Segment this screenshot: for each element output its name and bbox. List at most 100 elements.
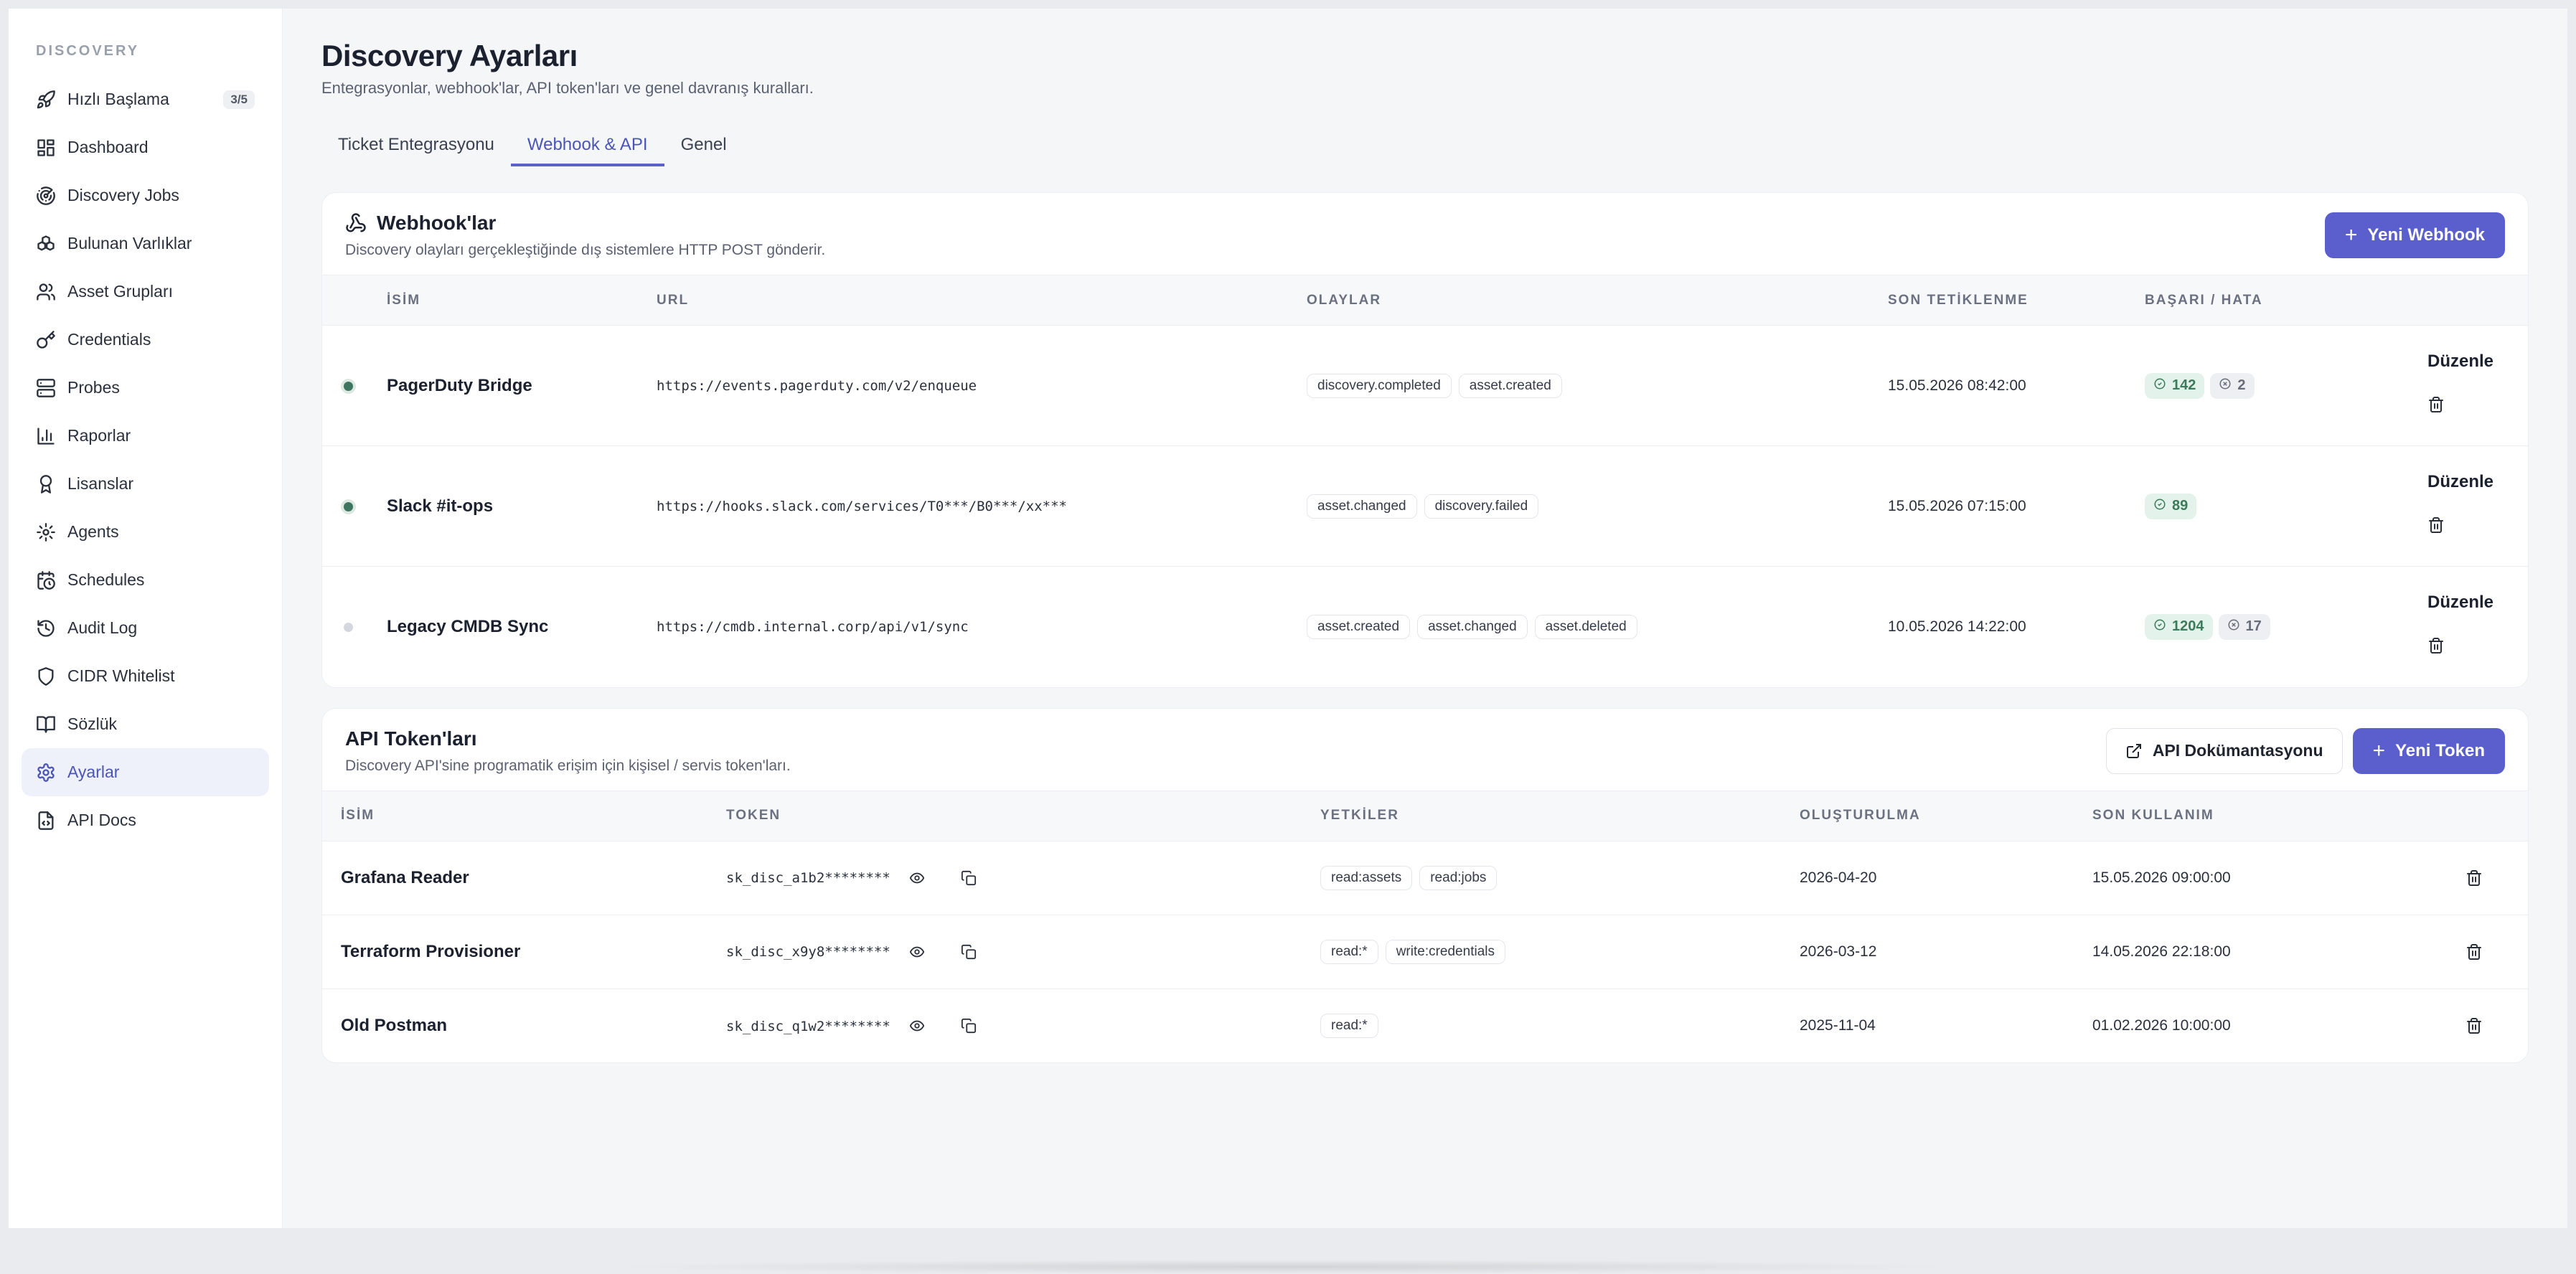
tokens-table: İSİM TOKEN YETKİLER OLUŞTURULMA SON KULL…	[322, 790, 2528, 1063]
new-token-button[interactable]: + Yeni Token	[2352, 727, 2505, 774]
fail-count: 17	[2218, 613, 2270, 640]
new-token-label: Yeni Token	[2395, 740, 2485, 760]
token-last-used: 15.05.2026 09:00:00	[2092, 841, 2444, 915]
eye-icon[interactable]	[909, 944, 926, 961]
webhook-url: https://events.pagerduty.com/v2/enqueue	[657, 325, 1307, 446]
key-icon	[36, 330, 56, 350]
copy-icon[interactable]	[961, 944, 978, 961]
token-cell: sk_disc_q1w2********	[726, 988, 1320, 1062]
fail-value: 2	[2237, 377, 2246, 393]
x-circle-icon	[2227, 618, 2246, 636]
sidebar-item-label: CIDR Whitelist	[67, 666, 175, 685]
token-created: 2026-04-20	[1800, 841, 2092, 915]
token-value: sk_disc_a1b2********	[726, 870, 890, 887]
sidebar-item-users[interactable]: Asset Grupları	[22, 268, 269, 316]
sidebar-item-file-code[interactable]: API Docs	[22, 796, 269, 844]
token-value: sk_disc_q1w2********	[726, 1018, 890, 1034]
sidebar-item-rocket[interactable]: Hızlı Başlama 3/5	[22, 75, 269, 123]
status-dot	[344, 501, 353, 511]
success-value: 1204	[2172, 618, 2204, 635]
success-count: 1204	[2145, 613, 2213, 640]
sidebar-item-settings[interactable]: Ayarlar	[22, 748, 269, 796]
eye-icon[interactable]	[909, 870, 926, 887]
copy-icon[interactable]	[961, 1018, 978, 1035]
tab-ticket-integration[interactable]: Ticket Entegrasyonu	[321, 126, 511, 166]
webhooks-card: Webhook'lar Discovery olayları gerçekleş…	[321, 192, 2529, 688]
sidebar-item-boxes[interactable]: Bulunan Varlıklar	[22, 220, 269, 268]
trash-icon[interactable]	[2427, 516, 2445, 534]
check-circle-icon	[2153, 377, 2172, 395]
new-webhook-button[interactable]: + Yeni Webhook	[2324, 212, 2505, 258]
sidebar-item-server[interactable]: Probes	[22, 364, 269, 412]
column-header: URL	[657, 275, 1307, 326]
row-actions: Düzenle	[2427, 445, 2528, 567]
tab-webhook-api[interactable]: Webhook & API	[510, 126, 664, 166]
fail-value: 17	[2245, 618, 2262, 635]
sidebar-item-label: API Docs	[67, 811, 136, 829]
check-circle-icon	[2153, 618, 2172, 636]
sidebar-item-label: Raporlar	[67, 426, 131, 445]
plus-icon: +	[2344, 223, 2358, 247]
trash-icon[interactable]	[2465, 1017, 2483, 1034]
sidebar-item-cog[interactable]: Agents	[22, 508, 269, 556]
webhooks-card-header: Webhook'lar Discovery olayları gerçekleş…	[322, 193, 2528, 275]
api-docs-button[interactable]: API Dokümantasyonu	[2105, 727, 2343, 774]
webhook-icon	[345, 212, 367, 234]
sidebar-item-book[interactable]: Sözlük	[22, 700, 269, 748]
token-created: 2025-11-04	[1800, 1016, 1876, 1034]
new-webhook-label: Yeni Webhook	[2367, 225, 2485, 245]
token-row: Grafana Reader sk_disc_a1b2******** read:a…	[322, 841, 2528, 915]
calendar-clock-icon	[36, 570, 56, 590]
sidebar-item-label: Asset Grupları	[67, 282, 173, 301]
sidebar-item-label: Audit Log	[67, 618, 138, 637]
page-title: Discovery Ayarları	[321, 39, 578, 72]
token-scopes: read:*	[1320, 988, 1800, 1062]
trash-icon[interactable]	[2465, 943, 2483, 961]
eye-icon[interactable]	[909, 1018, 926, 1035]
success-count: 89	[2145, 493, 2197, 519]
sidebar-item-label: Schedules	[67, 570, 145, 589]
edit-webhook-link[interactable]: Düzenle	[2427, 593, 2528, 613]
x-circle-icon	[2219, 377, 2237, 395]
edit-webhook-link[interactable]: Düzenle	[2427, 472, 2528, 492]
token-value: sk_disc_x9y8********	[726, 944, 890, 961]
event-chip: asset.changed	[1417, 614, 1528, 639]
trash-icon[interactable]	[2465, 869, 2483, 887]
sidebar-item-label: Discovery Jobs	[67, 186, 179, 204]
sidebar-item-layout-grid[interactable]: Dashboard	[22, 123, 269, 171]
bar-chart-icon	[36, 426, 56, 446]
last-triggered: 15.05.2026 07:15:00	[1888, 445, 2145, 567]
sidebar-item-label: Dashboard	[67, 138, 149, 156]
sidebar-item-calendar-clock[interactable]: Schedules	[22, 556, 269, 604]
history-icon	[36, 618, 56, 638]
external-link-icon	[2126, 743, 2141, 758]
column-header: YETKİLER	[1320, 790, 1800, 841]
sidebar-item-label: Credentials	[67, 330, 151, 349]
token-last-used: 14.05.2026 22:18:00	[2092, 915, 2444, 989]
webhooks-table-header: İSİM URL OLAYLAR SON TETİKLENME BAŞARI /…	[322, 275, 2528, 326]
book-icon	[36, 714, 56, 735]
rocket-icon	[36, 90, 56, 110]
tab-general[interactable]: Genel	[664, 126, 743, 166]
trash-icon[interactable]	[2427, 637, 2445, 654]
edit-webhook-link[interactable]: Düzenle	[2427, 351, 2528, 372]
radar-icon	[36, 186, 56, 206]
row-actions: Düzenle	[2427, 567, 2528, 687]
sidebar-item-label: Agents	[67, 522, 119, 541]
progress-badge: 3/5	[223, 90, 255, 109]
shield-icon	[36, 666, 56, 686]
copy-icon[interactable]	[961, 870, 978, 887]
sidebar-item-shield[interactable]: CIDR Whitelist	[22, 652, 269, 700]
page-subtitle: Entegrasyonlar, webhook'lar, API token'l…	[321, 79, 814, 97]
sidebar-item-bar-chart[interactable]: Raporlar	[22, 412, 269, 460]
trash-icon[interactable]	[2427, 396, 2445, 413]
sidebar-item-radar[interactable]: Discovery Jobs	[22, 171, 269, 220]
sidebar-item-label: Hızlı Başlama	[67, 90, 169, 108]
tokens-description: Discovery API'sine programatik erişim iç…	[345, 757, 791, 774]
webhook-row: PagerDuty Bridge https://events.pagerduty…	[322, 325, 2528, 446]
sidebar-item-award[interactable]: Lisanslar	[22, 460, 269, 508]
sidebar-item-history[interactable]: Audit Log	[22, 604, 269, 652]
token-name: Old Postman	[341, 1015, 448, 1035]
token-row: Old Postman sk_disc_q1w2******** read:* 202…	[322, 988, 2528, 1062]
sidebar-item-key[interactable]: Credentials	[22, 316, 269, 364]
